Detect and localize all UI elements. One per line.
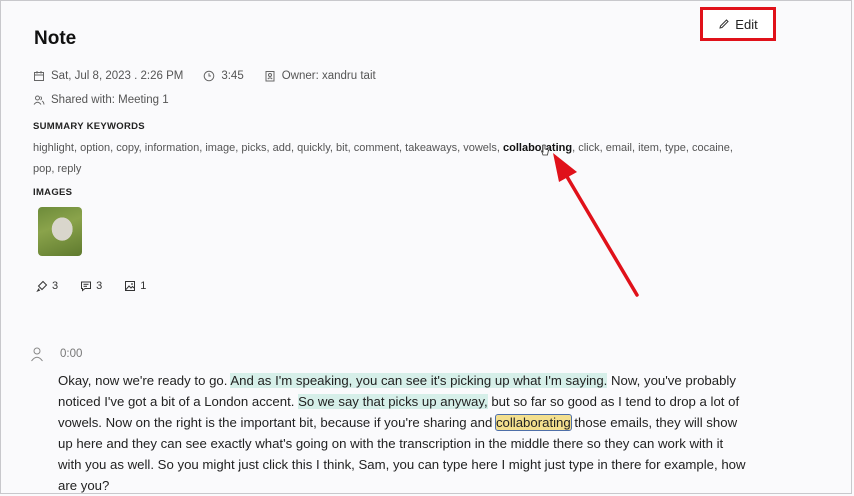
edit-button[interactable]: Edit [700,7,776,41]
keyword-list: highlight, option, copy, information, im… [33,142,733,175]
highlighted-phrase[interactable]: So we say that picks up anyway, [298,394,488,409]
clock-icon [203,70,215,82]
meta-date: Sat, Jul 8, 2023 . 2:26 PM [33,70,183,82]
images-label: IMAGES [33,187,73,198]
transcript-paragraph[interactable]: Okay, now we're ready to go. And as I'm … [58,370,748,496]
mouse-pointer-icon [540,144,549,156]
transcript-timestamp[interactable]: 0:00 [60,348,82,360]
keyword-item[interactable]: option [80,142,110,154]
keyword-item[interactable]: copy [116,142,138,154]
keyword-item[interactable]: reply [57,163,81,175]
comments-count[interactable]: 3 [80,280,102,292]
duration-text: 3:45 [221,70,244,82]
transcript-text: Okay, now we're ready to go. [58,373,231,388]
calendar-icon [33,70,45,82]
comments-count-value: 3 [96,280,103,292]
dog-image-thumbnail[interactable] [38,207,82,256]
meta-duration: 3:45 [203,70,244,82]
stats-row: 3 3 1 [36,280,146,292]
people-icon [33,94,45,106]
keyword-item[interactable]: type [665,142,686,154]
page-title: Note [34,28,77,49]
keyword-item[interactable]: cocaine [692,142,730,154]
keyword-item[interactable]: add [273,142,291,154]
images-count-value: 1 [140,280,147,292]
keyword-item[interactable]: picks [241,142,266,154]
highlighted-phrase[interactable]: And as I'm speaking, you can see it's pi… [230,373,608,388]
keyword-item[interactable]: vowels [463,142,497,154]
shared-row: Shared with: Meeting 1 [33,94,189,106]
highlights-count[interactable]: 3 [36,280,58,292]
shared-text: Shared with: Meeting 1 [51,94,169,106]
keyword-item[interactable]: collaborating [503,142,572,154]
highlights-count-value: 3 [52,280,59,292]
pencil-icon [718,18,730,30]
keyword-item[interactable]: highlight [33,142,74,154]
meta-row: Sat, Jul 8, 2023 . 2:26 PM 3:45 Owner: x… [33,70,396,82]
owner-text: Owner: xandru tait [281,70,376,82]
highlighted-keyword[interactable]: collaborating [494,414,572,431]
keyword-item[interactable]: image [205,142,235,154]
keyword-item[interactable]: email [606,142,632,154]
image-icon [124,280,136,292]
comment-icon [80,280,92,292]
keyword-item[interactable]: item [638,142,659,154]
summary-keywords-label: SUMMARY KEYWORDS [33,121,145,132]
keyword-item[interactable]: pop [33,163,51,175]
meta-shared: Shared with: Meeting 1 [33,94,169,106]
keyword-item[interactable]: click [578,142,599,154]
keyword-item[interactable]: quickly [297,142,330,154]
owner-icon [264,70,276,82]
meta-owner: Owner: xandru tait [264,70,376,82]
keyword-item[interactable]: information [145,142,199,154]
edit-button-label: Edit [735,16,758,32]
images-count[interactable]: 1 [124,280,146,292]
speaker-avatar-icon [30,346,44,362]
keyword-item[interactable]: comment [354,142,399,154]
keyword-item[interactable]: takeaways [405,142,457,154]
keyword-item[interactable]: bit [336,142,348,154]
highlighter-icon [36,280,48,292]
date-text: Sat, Jul 8, 2023 . 2:26 PM [51,70,184,82]
